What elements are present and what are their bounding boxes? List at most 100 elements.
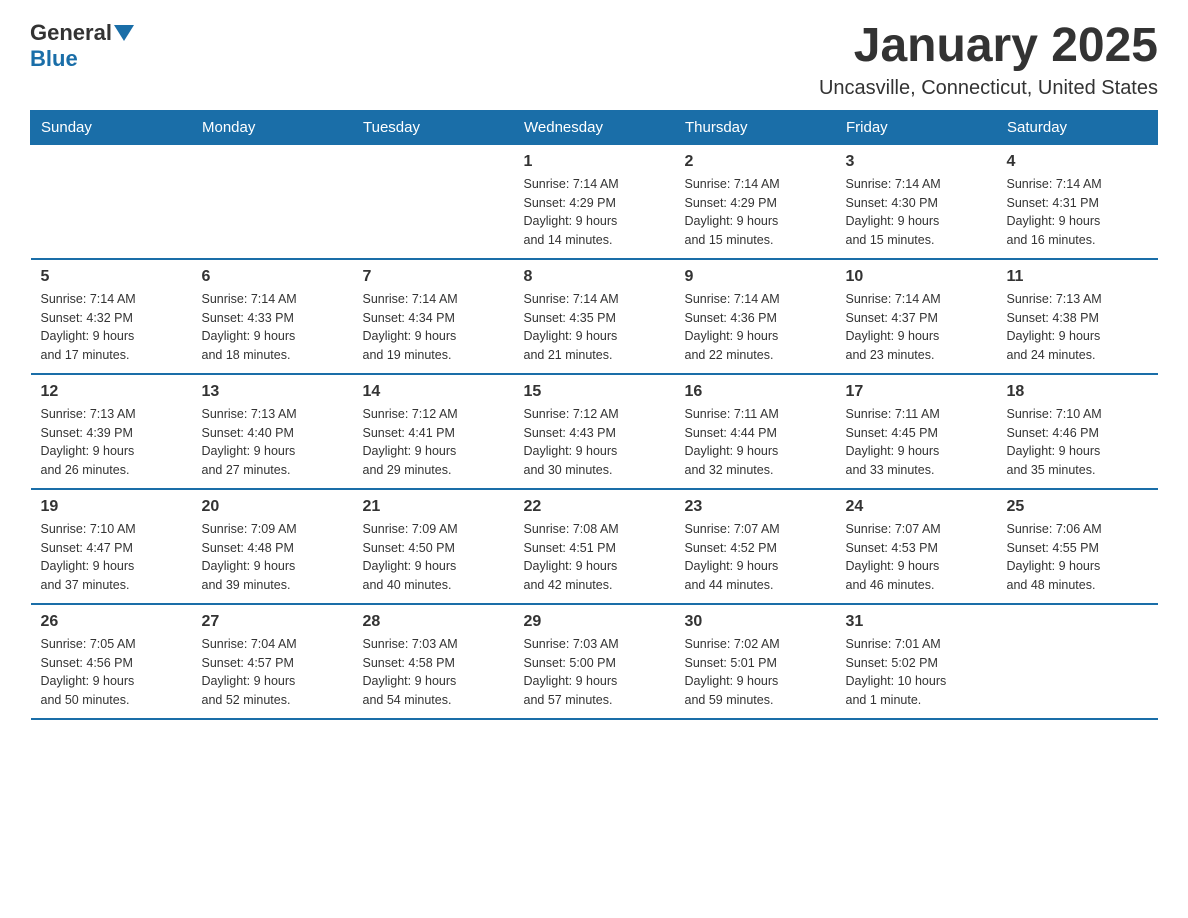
day-number: 12: [41, 383, 182, 401]
calendar-cell: 27 Sunrise: 7:04 AMSunset: 4:57 PMDayligh…: [192, 604, 353, 719]
calendar-week-row: 12 Sunrise: 7:13 AMSunset: 4:39 PMDayligh…: [31, 374, 1158, 489]
calendar-cell: 19 Sunrise: 7:10 AMSunset: 4:47 PMDayligh…: [31, 489, 192, 604]
day-number: 23: [685, 498, 826, 516]
calendar-cell: 3Sunrise: 7:14 AMSunset: 4:30 PMDaylight…: [836, 144, 997, 259]
calendar-body: 1 Sunrise: 7:14 AMSunset: 4:29 PMDaylight…: [31, 144, 1158, 719]
day-info: Sunrise: 7:13 AMSunset: 4:39 PMDaylight:…: [41, 405, 182, 480]
day-info: Sunrise: 7:14 AMSunset: 4:29 PMDaylight:…: [524, 175, 665, 250]
day-number: 29: [524, 613, 665, 631]
calendar-cell: 23 Sunrise: 7:07 AMSunset: 4:52 PMDayligh…: [675, 489, 836, 604]
calendar-cell: [997, 604, 1158, 719]
day-info: Sunrise: 7:14 AMSunset: 4:37 PMDaylight:…: [846, 290, 987, 365]
logo-triangle-icon: [114, 25, 134, 41]
day-number: 5: [41, 268, 182, 286]
calendar-week-row: 5 Sunrise: 7:14 AMSunset: 4:32 PMDaylight…: [31, 259, 1158, 374]
day-info: Sunrise: 7:14 AMSunset: 4:35 PMDaylight:…: [524, 290, 665, 365]
day-number: 10: [846, 268, 987, 286]
calendar-week-row: 1 Sunrise: 7:14 AMSunset: 4:29 PMDaylight…: [31, 144, 1158, 259]
day-number: 16: [685, 383, 826, 401]
calendar-cell: [192, 144, 353, 259]
calendar-cell: 6 Sunrise: 7:14 AMSunset: 4:33 PMDaylight…: [192, 259, 353, 374]
day-info: Sunrise: 7:12 AMSunset: 4:41 PMDaylight:…: [363, 405, 504, 480]
calendar-cell: 7 Sunrise: 7:14 AMSunset: 4:34 PMDaylight…: [353, 259, 514, 374]
day-info: Sunrise: 7:10 AMSunset: 4:46 PMDaylight:…: [1007, 405, 1148, 480]
calendar-cell: 15Sunrise: 7:12 AMSunset: 4:43 PMDayligh…: [514, 374, 675, 489]
calendar-cell: 5 Sunrise: 7:14 AMSunset: 4:32 PMDaylight…: [31, 259, 192, 374]
day-number: 6: [202, 268, 343, 286]
day-number: 20: [202, 498, 343, 516]
calendar-cell: 31 Sunrise: 7:01 AMSunset: 5:02 PMDayligh…: [836, 604, 997, 719]
day-number: 1: [524, 153, 665, 171]
weekday-header-friday: Friday: [836, 110, 997, 144]
calendar-cell: 9 Sunrise: 7:14 AMSunset: 4:36 PMDaylight…: [675, 259, 836, 374]
day-number: 13: [202, 383, 343, 401]
logo-general-text: General: [30, 20, 112, 46]
day-info: Sunrise: 7:02 AMSunset: 5:01 PMDaylight:…: [685, 635, 826, 710]
calendar-cell: 24Sunrise: 7:07 AMSunset: 4:53 PMDayligh…: [836, 489, 997, 604]
day-number: 27: [202, 613, 343, 631]
month-title: January 2025: [819, 20, 1158, 73]
logo: General Blue: [30, 20, 136, 72]
calendar-cell: 1 Sunrise: 7:14 AMSunset: 4:29 PMDaylight…: [514, 144, 675, 259]
day-number: 30: [685, 613, 826, 631]
calendar-week-row: 26Sunrise: 7:05 AMSunset: 4:56 PMDayligh…: [31, 604, 1158, 719]
day-info: Sunrise: 7:11 AMSunset: 4:44 PMDaylight:…: [685, 405, 826, 480]
day-number: 26: [41, 613, 182, 631]
weekday-header-saturday: Saturday: [997, 110, 1158, 144]
title-section: January 2025 Uncasville, Connecticut, Un…: [819, 20, 1158, 100]
calendar-cell: 30 Sunrise: 7:02 AMSunset: 5:01 PMDayligh…: [675, 604, 836, 719]
calendar-cell: 2Sunrise: 7:14 AMSunset: 4:29 PMDaylight…: [675, 144, 836, 259]
day-info: Sunrise: 7:10 AMSunset: 4:47 PMDaylight:…: [41, 520, 182, 595]
calendar-cell: 17 Sunrise: 7:11 AMSunset: 4:45 PMDayligh…: [836, 374, 997, 489]
day-number: 18: [1007, 383, 1148, 401]
day-number: 8: [524, 268, 665, 286]
day-info: Sunrise: 7:14 AMSunset: 4:33 PMDaylight:…: [202, 290, 343, 365]
day-info: Sunrise: 7:09 AMSunset: 4:48 PMDaylight:…: [202, 520, 343, 595]
day-info: Sunrise: 7:14 AMSunset: 4:31 PMDaylight:…: [1007, 175, 1148, 250]
calendar-cell: 10 Sunrise: 7:14 AMSunset: 4:37 PMDayligh…: [836, 259, 997, 374]
day-info: Sunrise: 7:03 AMSunset: 5:00 PMDaylight:…: [524, 635, 665, 710]
day-info: Sunrise: 7:14 AMSunset: 4:29 PMDaylight:…: [685, 175, 826, 250]
day-number: 14: [363, 383, 504, 401]
logo-blue-text: Blue: [30, 46, 78, 72]
calendar-cell: 14 Sunrise: 7:12 AMSunset: 4:41 PMDayligh…: [353, 374, 514, 489]
day-number: 31: [846, 613, 987, 631]
day-info: Sunrise: 7:08 AMSunset: 4:51 PMDaylight:…: [524, 520, 665, 595]
day-info: Sunrise: 7:09 AMSunset: 4:50 PMDaylight:…: [363, 520, 504, 595]
day-info: Sunrise: 7:11 AMSunset: 4:45 PMDaylight:…: [846, 405, 987, 480]
calendar-header: SundayMondayTuesdayWednesdayThursdayFrid…: [31, 110, 1158, 144]
day-info: Sunrise: 7:12 AMSunset: 4:43 PMDaylight:…: [524, 405, 665, 480]
day-info: Sunrise: 7:07 AMSunset: 4:53 PMDaylight:…: [846, 520, 987, 595]
calendar-cell: 29 Sunrise: 7:03 AMSunset: 5:00 PMDayligh…: [514, 604, 675, 719]
day-number: 22: [524, 498, 665, 516]
calendar-cell: 22 Sunrise: 7:08 AMSunset: 4:51 PMDayligh…: [514, 489, 675, 604]
calendar-cell: 20 Sunrise: 7:09 AMSunset: 4:48 PMDayligh…: [192, 489, 353, 604]
calendar-cell: 25Sunrise: 7:06 AMSunset: 4:55 PMDayligh…: [997, 489, 1158, 604]
calendar-cell: 26Sunrise: 7:05 AMSunset: 4:56 PMDayligh…: [31, 604, 192, 719]
calendar-cell: 12 Sunrise: 7:13 AMSunset: 4:39 PMDayligh…: [31, 374, 192, 489]
location-text: Uncasville, Connecticut, United States: [819, 77, 1158, 100]
day-number: 7: [363, 268, 504, 286]
calendar-cell: [31, 144, 192, 259]
calendar-table: SundayMondayTuesdayWednesdayThursdayFrid…: [30, 110, 1158, 720]
day-info: Sunrise: 7:14 AMSunset: 4:32 PMDaylight:…: [41, 290, 182, 365]
day-info: Sunrise: 7:07 AMSunset: 4:52 PMDaylight:…: [685, 520, 826, 595]
calendar-cell: 28Sunrise: 7:03 AMSunset: 4:58 PMDayligh…: [353, 604, 514, 719]
day-number: 19: [41, 498, 182, 516]
day-info: Sunrise: 7:14 AMSunset: 4:36 PMDaylight:…: [685, 290, 826, 365]
calendar-cell: 4Sunrise: 7:14 AMSunset: 4:31 PMDaylight…: [997, 144, 1158, 259]
day-number: 17: [846, 383, 987, 401]
weekday-header-tuesday: Tuesday: [353, 110, 514, 144]
day-info: Sunrise: 7:01 AMSunset: 5:02 PMDaylight:…: [846, 635, 987, 710]
calendar-cell: 18 Sunrise: 7:10 AMSunset: 4:46 PMDayligh…: [997, 374, 1158, 489]
calendar-cell: 11Sunrise: 7:13 AMSunset: 4:38 PMDayligh…: [997, 259, 1158, 374]
calendar-cell: [353, 144, 514, 259]
weekday-header-sunday: Sunday: [31, 110, 192, 144]
day-info: Sunrise: 7:04 AMSunset: 4:57 PMDaylight:…: [202, 635, 343, 710]
weekday-header-thursday: Thursday: [675, 110, 836, 144]
weekday-header-wednesday: Wednesday: [514, 110, 675, 144]
page-header: General Blue January 2025 Uncasville, Co…: [30, 20, 1158, 100]
calendar-cell: 13Sunrise: 7:13 AMSunset: 4:40 PMDayligh…: [192, 374, 353, 489]
day-number: 9: [685, 268, 826, 286]
day-info: Sunrise: 7:14 AMSunset: 4:34 PMDaylight:…: [363, 290, 504, 365]
